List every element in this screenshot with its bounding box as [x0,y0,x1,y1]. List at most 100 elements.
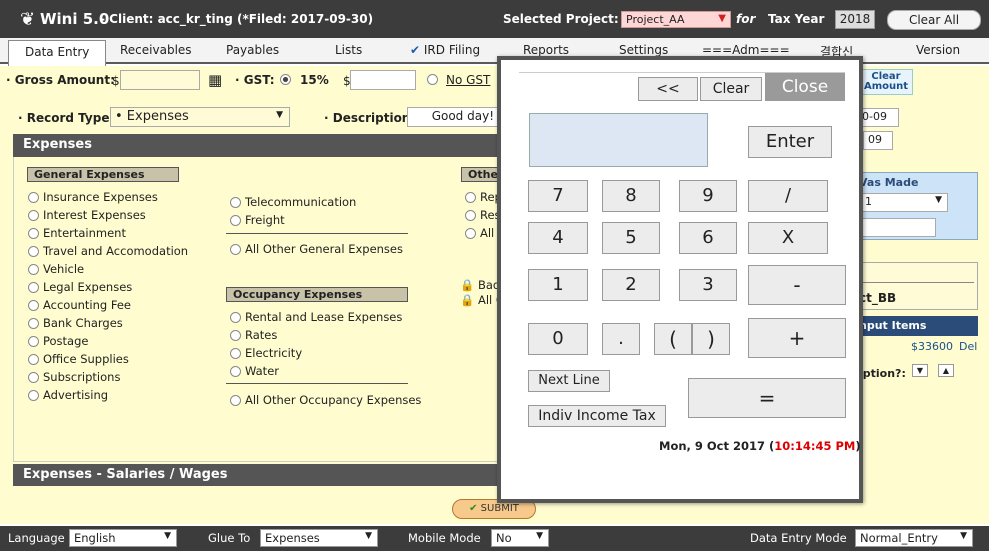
key-equals[interactable]: = [688,378,846,418]
clear-all-button[interactable]: Clear All [887,10,981,30]
radio-button[interactable] [230,215,241,226]
tab-reports[interactable]: Reports [523,43,569,57]
record-type-select[interactable]: • Expenses ▼ [110,107,290,127]
radio-button[interactable] [465,192,476,203]
clear-button[interactable]: Clear [700,77,762,101]
description-input[interactable]: Good day! [407,107,499,127]
tab-settings[interactable]: Settings [619,43,668,57]
clear-amount-button[interactable]: Clear Amount [859,69,913,95]
option-all-other-occupancy[interactable]: All Other Occupancy Expenses [230,393,421,407]
next-line-button[interactable]: Next Line [528,370,610,392]
glue-to-select[interactable]: Expenses ▼ [260,529,378,547]
payment-select[interactable]: 1 ▼ [860,193,948,212]
date-field-2[interactable]: 09 [863,131,893,150]
chevron-up-icon[interactable]: ▲ [938,364,954,377]
radio-button[interactable] [230,244,241,255]
language-select[interactable]: English ▼ [69,529,177,547]
gst-rate-radio[interactable] [280,74,291,85]
data-entry-mode-select[interactable]: Normal_Entry ▼ [855,529,973,547]
option-bank-charges[interactable]: Bank Charges [28,316,123,330]
radio-button[interactable] [28,228,39,239]
key-4[interactable]: 4 [528,222,588,254]
tab-data-entry[interactable]: Data Entry [8,40,107,66]
radio-button[interactable] [28,192,39,203]
date-field-1[interactable]: 0-09 [857,108,899,127]
gst-amount-input[interactable] [350,70,416,90]
key-9[interactable]: 9 [679,180,737,212]
key-5[interactable]: 5 [602,222,660,254]
gross-amount-input[interactable] [120,70,200,90]
key-1[interactable]: 1 [528,269,588,301]
option-legal[interactable]: Legal Expenses [28,280,132,294]
key-2[interactable]: 2 [602,269,660,301]
tab-version[interactable]: Version [916,43,960,57]
option-vehicle[interactable]: Vehicle [28,262,84,276]
key-7[interactable]: 7 [528,180,588,212]
indiv-income-tax-button[interactable]: Indiv Income Tax [528,405,666,427]
option-insurance[interactable]: Insurance Expenses [28,190,158,204]
back-button[interactable]: << [638,77,698,101]
radio-button[interactable] [465,228,476,239]
key-left-paren[interactable]: ( [654,323,692,355]
no-gst-radio[interactable] [427,74,438,85]
tab-admin[interactable]: ===Adm=== [702,43,790,57]
close-button[interactable]: Close [765,73,845,101]
option-advertising[interactable]: Advertising [28,388,108,402]
key-plus[interactable]: + [748,318,846,358]
payment-input[interactable] [860,218,936,237]
radio-button[interactable] [28,372,39,383]
radio-button[interactable] [28,246,39,257]
option-travel[interactable]: Travel and Accomodation [28,244,188,258]
option-all-other-general[interactable]: All Other General Expenses [230,242,403,256]
radio-button[interactable] [28,300,39,311]
option-bad[interactable]: 🔒 Bad [460,278,500,292]
tab-receivables[interactable]: Receivables [120,43,192,57]
radio-button[interactable] [230,330,241,341]
radio-button[interactable] [465,210,476,221]
radio-button[interactable] [28,336,39,347]
option-other-3[interactable]: All [465,226,494,240]
key-8[interactable]: 8 [602,180,660,212]
calculator-display[interactable] [529,113,708,167]
option-interest[interactable]: Interest Expenses [28,208,146,222]
key-0[interactable]: 0 [528,323,588,355]
radio-button[interactable] [230,312,241,323]
option-telecommunication[interactable]: Telecommunication [230,195,356,209]
tax-year-field[interactable]: 2018 [835,10,875,29]
option-office-supplies[interactable]: Office Supplies [28,352,129,366]
option-freight[interactable]: Freight [230,213,285,227]
option-postage[interactable]: Postage [28,334,88,348]
option-water[interactable]: Water [230,364,279,378]
option-accounting[interactable]: Accounting Fee [28,298,131,312]
radio-button[interactable] [28,390,39,401]
key-3[interactable]: 3 [679,269,737,301]
option-electricity[interactable]: Electricity [230,346,302,360]
radio-button[interactable] [230,197,241,208]
key-6[interactable]: 6 [679,222,737,254]
enter-button[interactable]: Enter [748,126,832,158]
radio-button[interactable] [28,282,39,293]
key-divide[interactable]: / [748,180,828,212]
option-entertainment[interactable]: Entertainment [28,226,126,240]
radio-button[interactable] [230,366,241,377]
project-select[interactable]: Project_AA ▼ [621,11,731,28]
key-right-paren[interactable]: ) [692,323,730,355]
mobile-mode-select[interactable]: No ▼ [491,529,549,547]
key-multiply[interactable]: X [748,222,828,254]
tab-payables[interactable]: Payables [226,43,279,57]
radio-button[interactable] [28,264,39,275]
tab-lists[interactable]: Lists [335,43,362,57]
key-dot[interactable]: . [602,323,640,355]
radio-button[interactable] [230,395,241,406]
option-rates[interactable]: Rates [230,328,277,342]
calculator-icon[interactable]: ▦ [208,71,222,89]
radio-button[interactable] [230,348,241,359]
radio-button[interactable] [28,318,39,329]
input-item-delete[interactable]: Del [959,340,977,353]
chevron-down-icon[interactable]: ▼ [912,364,928,377]
option-rental[interactable]: Rental and Lease Expenses [230,310,402,324]
tab-ird-filing[interactable]: ✔ IRD Filing [410,43,480,57]
key-minus[interactable]: - [748,265,846,305]
radio-button[interactable] [28,210,39,221]
radio-button[interactable] [28,354,39,365]
